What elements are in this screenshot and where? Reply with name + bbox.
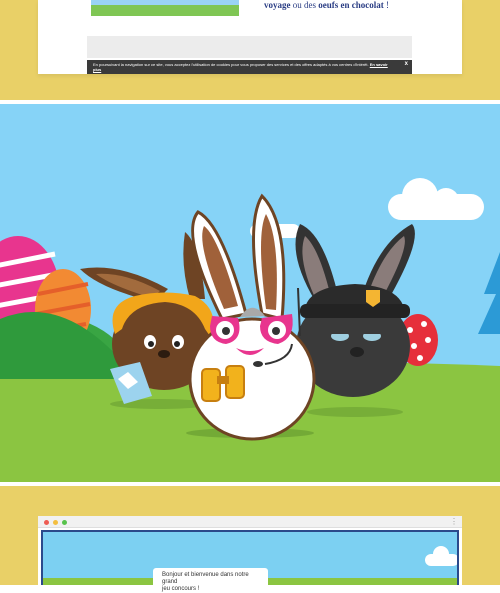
window-maximize-button[interactable]	[62, 520, 67, 525]
top-illustration-sky	[91, 0, 239, 5]
top-text-middle: ou des	[290, 0, 319, 10]
cookie-close-button[interactable]: x	[405, 61, 408, 67]
window-menu-icon[interactable]: ⋮	[450, 517, 458, 526]
cookie-banner: En poursuivant la navigation sur ce site…	[87, 60, 412, 74]
top-text-bold: oeufs en chocolat	[318, 0, 384, 10]
top-text-prefix: voyage	[264, 0, 291, 10]
easter-bunnies-illustration	[0, 104, 500, 482]
cookie-text: En poursuivant la navigation sur ce site…	[93, 62, 369, 67]
browser-titlebar: ⋮	[38, 516, 462, 528]
top-illustration-thumbnail	[91, 0, 239, 16]
window-close-button[interactable]	[44, 520, 49, 525]
window-minimize-button[interactable]	[53, 520, 58, 525]
welcome-speech-bubble: Bonjour et bienvenue dans notre grand je…	[153, 568, 268, 592]
welcome-line-2: jeu concours !	[162, 586, 200, 592]
welcome-line-1: Bonjour et bienvenue dans notre grand	[162, 572, 249, 585]
shadow-right	[307, 407, 403, 417]
bottom-cloud-puff	[433, 546, 449, 562]
top-grey-panel	[87, 36, 412, 58]
top-text-suffix: !	[383, 0, 389, 10]
top-intro-text: voyage ou des oeufs en chocolat !	[264, 0, 389, 10]
